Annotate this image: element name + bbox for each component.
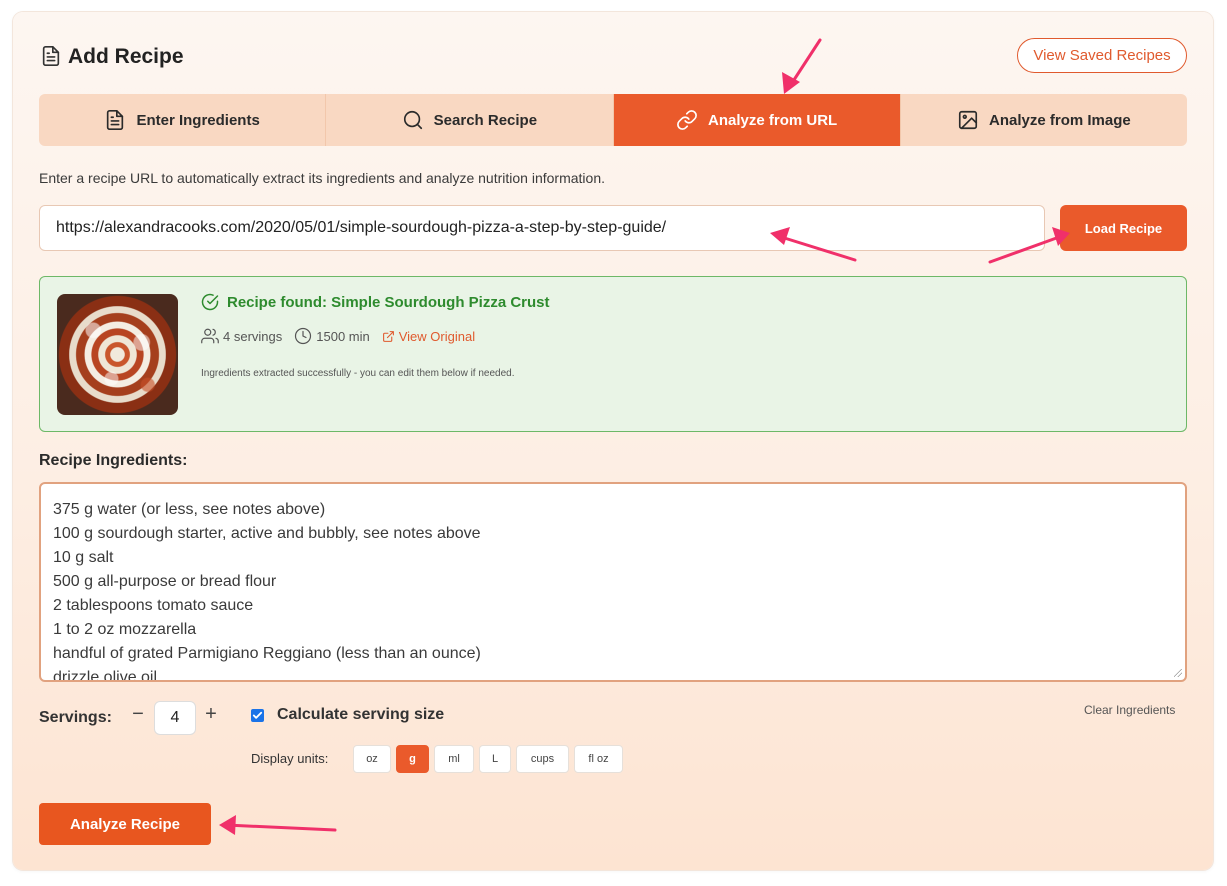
servings-meta: 4 servings [201,327,282,345]
display-units-label: Display units: [251,751,329,766]
tab-label: Analyze from Image [989,111,1131,129]
unit-cups-button[interactable]: cups [516,745,569,773]
ingredient-line: 2 tablespoons tomato sauce [53,597,254,614]
document-icon [42,46,60,66]
recipe-found-panel: Recipe found: Simple Sourdough Pizza Cru… [39,276,1187,432]
ingredients-label: Recipe Ingredients: [39,452,188,469]
recipe-found-title: Recipe found: Simple Sourdough Pizza Cru… [201,293,550,311]
tab-label: Analyze from URL [708,111,838,129]
unit-l-button[interactable]: L [479,745,511,773]
time-meta-text: 1500 min [316,328,370,344]
url-description: Enter a recipe URL to automatically extr… [39,170,605,186]
resize-handle[interactable] [1174,669,1182,677]
image-icon [958,110,978,130]
extraction-note: Ingredients extracted successfully - you… [201,368,515,379]
tab-analyze-from-image[interactable]: Analyze from Image [900,94,1187,146]
ingredient-line: 500 g all-purpose or bread flour [53,573,277,590]
tab-label: Enter Ingredients [136,111,260,129]
ingredient-line: drizzle olive oil [53,669,158,682]
clock-icon [295,327,312,345]
time-meta: 1500 min [294,327,370,345]
ingredient-line: 375 g water (or less, see notes above) [53,501,326,518]
servings-increment-button[interactable]: + [203,703,219,726]
ingredient-line: 1 to 2 oz mozzarella [53,621,197,638]
tab-enter-ingredients[interactable]: Enter Ingredients [39,94,327,146]
search-icon [403,110,422,130]
calculate-serving-label: Calculate serving size [277,706,445,723]
servings-meta-text: 4 servings [223,328,283,344]
analyze-recipe-button[interactable]: Analyze Recipe [39,803,211,845]
mode-tabs: Enter Ingredients Search Recipe Analyze … [39,94,1187,146]
view-original-link[interactable]: View Original [382,329,475,344]
servings-input[interactable]: 4 [154,701,196,735]
clear-ingredients-button[interactable]: Clear Ingredients [1084,703,1175,717]
view-saved-recipes-button[interactable]: View Saved Recipes [1017,38,1187,73]
ingredient-line: 100 g sourdough starter, active and bubb… [53,525,481,542]
load-recipe-button[interactable]: Load Recipe [1060,205,1187,251]
recipe-url-input[interactable] [39,205,1045,251]
link-icon [677,110,697,130]
unit-g-button[interactable]: g [396,745,429,773]
tab-label: Search Recipe [433,111,538,129]
servings-label: Servings: [39,709,112,726]
tab-analyze-from-url[interactable]: Analyze from URL [613,94,901,146]
external-link-icon [382,330,394,342]
ingredients-textarea[interactable]: 375 g water (or less, see notes above) 1… [39,482,1187,682]
ingredient-line: 10 g salt [53,549,114,566]
page-title: Add Recipe [68,45,184,68]
view-original-text: View Original [398,328,476,344]
servings-decrement-button[interactable]: − [130,703,146,726]
calculate-serving-checkbox[interactable] [251,709,264,722]
recipe-found-text: Recipe found: Simple Sourdough Pizza Cru… [227,293,550,311]
unit-fl-oz-button[interactable]: fl oz [574,745,623,773]
checkmark-icon [252,711,263,719]
recipe-meta: 4 servings 1500 min View Original [201,327,475,345]
document-icon [107,110,124,130]
ingredient-line: handful of grated Parmigiano Reggiano (l… [53,645,481,662]
recipe-thumbnail [57,294,178,415]
unit-ml-button[interactable]: ml [434,745,474,773]
unit-oz-button[interactable]: oz [353,745,391,773]
check-circle-icon [201,293,219,311]
tab-search-recipe[interactable]: Search Recipe [326,94,614,146]
users-icon [201,328,219,344]
